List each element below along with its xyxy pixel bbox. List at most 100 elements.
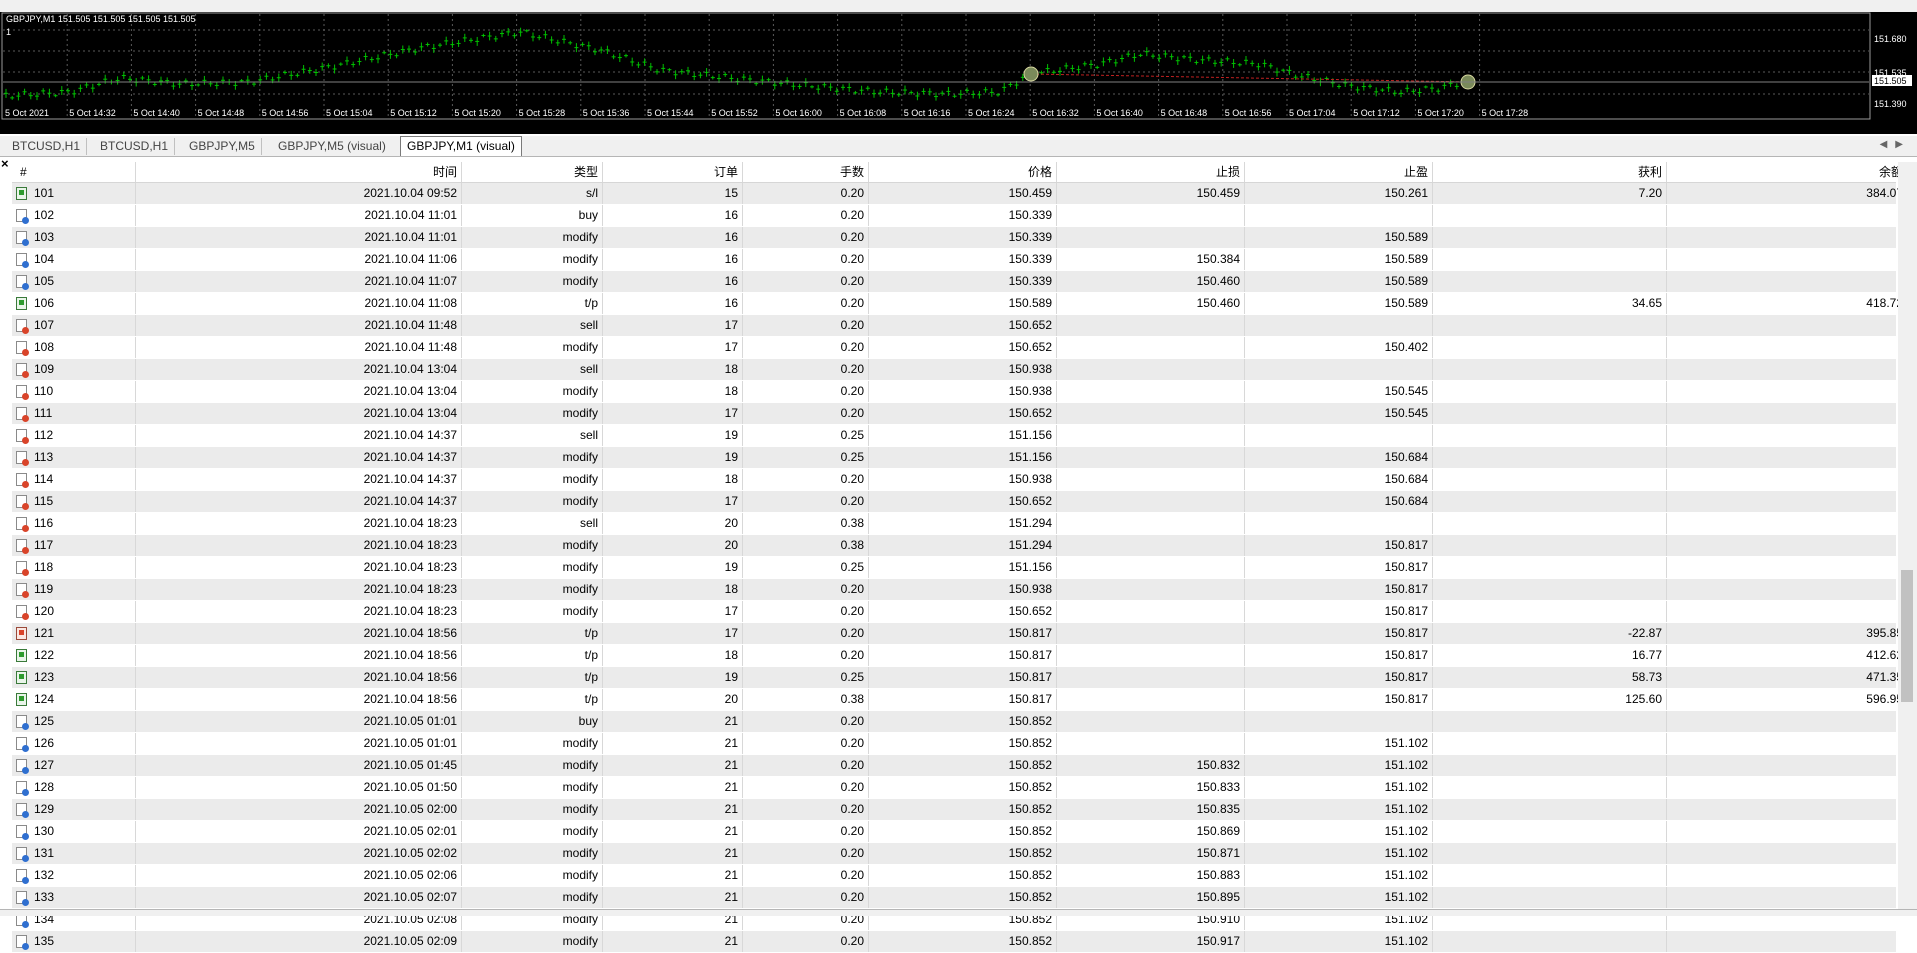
cell-text: 21 — [724, 780, 738, 794]
table-row[interactable]: 120 2021.10.04 18:23 modify 17 0.20 150.652 15… — [12, 601, 1896, 623]
table-row[interactable]: 115 2021.10.04 14:37 modify 17 0.20 150.652 15… — [12, 491, 1896, 513]
table-row[interactable]: 119 2021.10.04 18:23 modify 18 0.20 150.938 15… — [12, 579, 1896, 601]
table-row[interactable]: 103 2021.10.04 11:01 modify 16 0.20 150.339 15… — [12, 227, 1896, 249]
cell-balance — [1667, 447, 1907, 468]
table-row[interactable]: 135 2021.10.05 02:09 modify 21 0.20 150.852 15… — [12, 931, 1896, 953]
cell-price: 150.339 — [869, 249, 1057, 270]
table-row[interactable]: 131 2021.10.05 02:02 modify 21 0.20 150.852 15… — [12, 843, 1896, 865]
time-label: 5 Oct 14:56 — [262, 108, 309, 118]
table-row[interactable]: 101 2021.10.04 09:52 s/l 15 0.20 150.459 150.4… — [12, 183, 1903, 205]
cell-order: 19 — [603, 425, 743, 446]
cell-text: t/p — [584, 648, 598, 662]
col-header-tp[interactable]: 止盈 — [1245, 162, 1433, 182]
tab-gbpjpy-m5[interactable]: GBPJPY,M5 — [183, 138, 262, 155]
cell-text: 0.20 — [840, 208, 864, 222]
tab-gbpjpy-m1-visual[interactable]: GBPJPY,M1 (visual) — [400, 136, 522, 156]
tab-gbpjpy-m5-visual[interactable]: GBPJPY,M5 (visual) — [272, 138, 392, 155]
cell-text: 2021.10.04 14:37 — [363, 494, 457, 508]
cell-text: 150.339 — [1008, 252, 1052, 266]
cell-text: 151.102 — [1384, 824, 1428, 838]
chart-canvas[interactable]: 5 Oct 2021 5 Oct 14:32 5 Oct 14:40 5 Oct 14… — [0, 12, 1917, 134]
cell-text: 2021.10.04 14:37 — [363, 472, 457, 486]
trade-line — [1030, 73, 1471, 83]
table-row[interactable]: 121 2021.10.04 18:56 t/p 17 0.20 150.817 150.8… — [12, 623, 1903, 645]
tab-btcusd-h1[interactable]: BTCUSD,H1 — [6, 138, 88, 155]
cell-balance — [1667, 799, 1907, 820]
price-chart[interactable]: 5 Oct 2021 5 Oct 14:32 5 Oct 14:40 5 Oct 14… — [0, 12, 1917, 134]
table-row[interactable]: 128 2021.10.05 01:50 modify 21 0.20 150.852 15… — [12, 777, 1896, 799]
cell-time: 2021.10.05 01:01 — [136, 711, 462, 732]
col-header-type[interactable]: 类型 — [462, 162, 603, 182]
cell-text: modify — [562, 274, 598, 288]
table-row[interactable]: 113 2021.10.04 14:37 modify 19 0.25 151.156 15… — [12, 447, 1896, 469]
table-row[interactable]: 127 2021.10.05 01:45 modify 21 0.20 150.852 15… — [12, 755, 1896, 777]
tab-scroll-arrows[interactable]: ◀▶ — [1880, 139, 1911, 150]
cell-type: modify — [462, 249, 603, 270]
sell-order-icon — [16, 495, 29, 510]
table-row[interactable]: 126 2021.10.05 01:01 modify 21 0.20 150.852 15… — [12, 733, 1896, 755]
table-row[interactable]: 106 2021.10.04 11:08 t/p 16 0.20 150.589 150.4… — [12, 293, 1903, 315]
cell-tp: 150.545 — [1245, 381, 1433, 402]
table-row[interactable]: 124 2021.10.04 18:56 t/p 20 0.38 150.817 150.8… — [12, 689, 1903, 711]
buy-order-icon — [16, 759, 29, 774]
col-header-profit[interactable]: 获利 — [1433, 162, 1667, 182]
cell-price: 150.852 — [869, 931, 1057, 952]
table-row[interactable]: 129 2021.10.05 02:00 modify 21 0.20 150.852 15… — [12, 799, 1896, 821]
col-header-price[interactable]: 价格 — [869, 162, 1057, 182]
cell-price: 150.852 — [869, 755, 1057, 776]
cell-text: 21 — [724, 890, 738, 904]
cell-text: modify — [562, 230, 598, 244]
table-row[interactable]: 107 2021.10.04 11:48 sell 17 0.20 150.652 — [12, 315, 1896, 337]
tab-btcusd-h1-2[interactable]: BTCUSD,H1 — [94, 138, 176, 155]
cell-price: 150.652 — [869, 491, 1057, 512]
cell-text: 128 — [34, 780, 55, 794]
scrollbar-thumb[interactable] — [1901, 570, 1913, 702]
table-row[interactable]: 118 2021.10.04 18:23 modify 19 0.25 151.156 15… — [12, 557, 1896, 579]
col-header-balance[interactable]: 余额 — [1667, 162, 1907, 182]
cell-sl: 150.917 — [1057, 931, 1245, 952]
closed-profit-icon — [16, 693, 27, 706]
table-row[interactable]: 122 2021.10.04 18:56 t/p 18 0.20 150.817 150.8… — [12, 645, 1903, 667]
col-header-order[interactable]: 订单 — [603, 162, 743, 182]
vertical-scrollbar[interactable] — [1898, 162, 1917, 915]
cell-type: sell — [462, 513, 603, 534]
cell-text: 150.852 — [1008, 934, 1052, 948]
col-header-num[interactable]: # — [12, 162, 136, 182]
table-row[interactable]: 109 2021.10.04 13:04 sell 18 0.20 150.938 — [12, 359, 1896, 381]
table-row[interactable]: 114 2021.10.04 14:37 modify 18 0.20 150.938 15… — [12, 469, 1896, 491]
cell-lots: 0.20 — [743, 755, 869, 776]
cell-text: 150.852 — [1008, 890, 1052, 904]
table-row[interactable]: 117 2021.10.04 18:23 modify 20 0.38 151.294 15… — [12, 535, 1896, 557]
table-row[interactable]: 104 2021.10.04 11:06 modify 16 0.20 150.339 15… — [12, 249, 1896, 271]
cell-price: 150.938 — [869, 469, 1057, 490]
time-label: 5 Oct 16:56 — [1225, 108, 1272, 118]
table-row[interactable]: 111 2021.10.04 13:04 modify 17 0.20 150.652 15… — [12, 403, 1896, 425]
table-row[interactable]: 112 2021.10.04 14:37 sell 19 0.25 151.156 — [12, 425, 1896, 447]
cell-lots: 0.20 — [743, 183, 869, 204]
scroll-left-icon[interactable]: ◀ — [1880, 139, 1896, 150]
table-row[interactable]: 105 2021.10.04 11:07 modify 16 0.20 150.339 15… — [12, 271, 1896, 293]
cell-price: 150.852 — [869, 865, 1057, 886]
table-row[interactable]: 130 2021.10.05 02:01 modify 21 0.20 150.852 15… — [12, 821, 1896, 843]
table-row[interactable]: 108 2021.10.04 11:48 modify 17 0.20 150.652 15… — [12, 337, 1896, 359]
cell-text: 150.589 — [1384, 252, 1428, 266]
cell-profit: 34.65 — [1433, 293, 1667, 314]
table-row[interactable]: 102 2021.10.04 11:01 buy 16 0.20 150.339 — [12, 205, 1896, 227]
col-header-time[interactable]: 时间 — [136, 162, 462, 182]
table-row[interactable]: 110 2021.10.04 13:04 modify 18 0.20 150.938 15… — [12, 381, 1896, 403]
table-row[interactable]: 132 2021.10.05 02:06 modify 21 0.20 150.852 15… — [12, 865, 1896, 887]
close-icon[interactable]: × — [1, 157, 9, 170]
table-row[interactable]: 123 2021.10.04 18:56 t/p 19 0.25 150.817 150.8… — [12, 667, 1903, 689]
cell-lots: 0.20 — [743, 733, 869, 754]
cell-profit — [1433, 381, 1667, 402]
col-header-sl[interactable]: 止损 — [1057, 162, 1245, 182]
time-label: 5 Oct 16:00 — [775, 108, 822, 118]
table-row[interactable]: 125 2021.10.05 01:01 buy 21 0.20 150.852 — [12, 711, 1896, 733]
cell-text: 102 — [34, 208, 55, 222]
table-row[interactable]: 116 2021.10.04 18:23 sell 20 0.38 151.294 — [12, 513, 1896, 535]
scroll-right-icon[interactable]: ▶ — [1895, 139, 1911, 150]
col-header-lots[interactable]: 手数 — [743, 162, 869, 182]
cell-text: 16.77 — [1631, 648, 1662, 662]
cell-text: modify — [562, 450, 598, 464]
table-row[interactable]: 133 2021.10.05 02:07 modify 21 0.20 150.852 15… — [12, 887, 1896, 909]
